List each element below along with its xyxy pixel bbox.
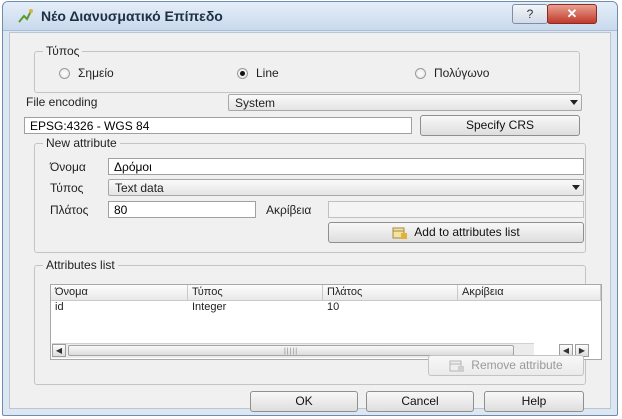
cell-width: 10	[327, 301, 340, 313]
type-group-title: Τύπος	[43, 44, 83, 58]
attribute-type-select[interactable]: Text data	[108, 179, 584, 196]
radio-line-indicator	[237, 67, 248, 79]
attribute-width-field[interactable]	[108, 201, 256, 218]
help-button[interactable]: Help	[484, 391, 584, 412]
add-to-attributes-label: Add to attributes list	[414, 225, 520, 239]
table-row[interactable]: id Integer 10	[51, 300, 601, 315]
column-header-name[interactable]: Όνομα	[51, 285, 188, 300]
radio-point-indicator	[59, 67, 70, 79]
crs-field[interactable]	[24, 117, 412, 134]
radio-point-label: Σημείο	[78, 66, 114, 80]
radio-polygon-indicator	[415, 67, 426, 79]
cell-type: Integer	[192, 301, 227, 313]
add-to-attributes-button[interactable]: Add to attributes list	[328, 222, 584, 243]
scroll-left-button[interactable]: ◀	[52, 344, 66, 357]
attribute-width-label: Πλάτος	[50, 203, 89, 217]
title-bar[interactable]: Νέο Διανυσματικό Επίπεδο ? ✕	[3, 2, 617, 31]
specify-crs-button[interactable]: Specify CRS	[420, 115, 580, 136]
attribute-name-label: Όνομα	[50, 160, 86, 174]
remove-attribute-button[interactable]: Remove attribute	[428, 355, 584, 376]
radio-line-label: Line	[256, 66, 279, 80]
column-header-precision[interactable]: Ακρίβεια	[458, 285, 601, 300]
cancel-button[interactable]: Cancel	[366, 391, 474, 412]
grip-icon: |||||	[283, 348, 299, 355]
type-group: Τύπος Σημείο Line Πολύγωνο	[34, 44, 580, 93]
file-encoding-value: System	[235, 96, 276, 110]
attributes-table[interactable]: Όνομα Τύπος Πλάτος Ακρίβεια id Integer 1…	[50, 284, 602, 360]
ok-button[interactable]: OK	[250, 391, 358, 412]
remove-attribute-icon	[449, 360, 465, 372]
attribute-type-value: Text data	[115, 181, 164, 195]
dialog-title: Νέο Διανυσματικό Επίπεδο	[41, 8, 223, 24]
close-button[interactable]: ✕	[547, 4, 597, 24]
attribute-precision-field[interactable]	[328, 201, 584, 218]
column-header-width[interactable]: Πλάτος	[323, 285, 458, 300]
radio-line[interactable]: Line	[237, 66, 279, 80]
cell-name: id	[55, 301, 64, 313]
attribute-name-field[interactable]	[108, 158, 584, 175]
radio-polygon[interactable]: Πολύγωνο	[415, 66, 489, 80]
remove-attribute-label: Remove attribute	[471, 358, 563, 372]
chevron-down-icon	[572, 185, 580, 190]
attribute-precision-label: Ακρίβεια	[266, 203, 312, 217]
column-header-type[interactable]: Τύπος	[188, 285, 323, 300]
radio-point[interactable]: Σημείο	[59, 66, 114, 80]
table-header: Όνομα Τύπος Πλάτος Ακρίβεια	[51, 285, 601, 301]
chevron-down-icon	[570, 100, 578, 105]
add-attribute-icon	[392, 227, 408, 239]
vector-layer-icon	[18, 9, 33, 23]
dialog-body: Τύπος Σημείο Line Πολύγωνο File encoding…	[9, 32, 611, 412]
radio-polygon-label: Πολύγωνο	[434, 66, 490, 80]
cell-precision	[458, 300, 462, 315]
help-title-button[interactable]: ?	[512, 4, 548, 24]
file-encoding-select[interactable]: System	[228, 94, 582, 111]
attributes-list-title: Attributes list	[43, 258, 118, 272]
new-attribute-title: New attribute	[43, 136, 120, 150]
file-encoding-label: File encoding	[26, 95, 98, 109]
dialog-window: Νέο Διανυσματικό Επίπεδο ? ✕ Τύπος Σημεί…	[2, 1, 618, 416]
attribute-type-label: Τύπος	[50, 181, 84, 195]
